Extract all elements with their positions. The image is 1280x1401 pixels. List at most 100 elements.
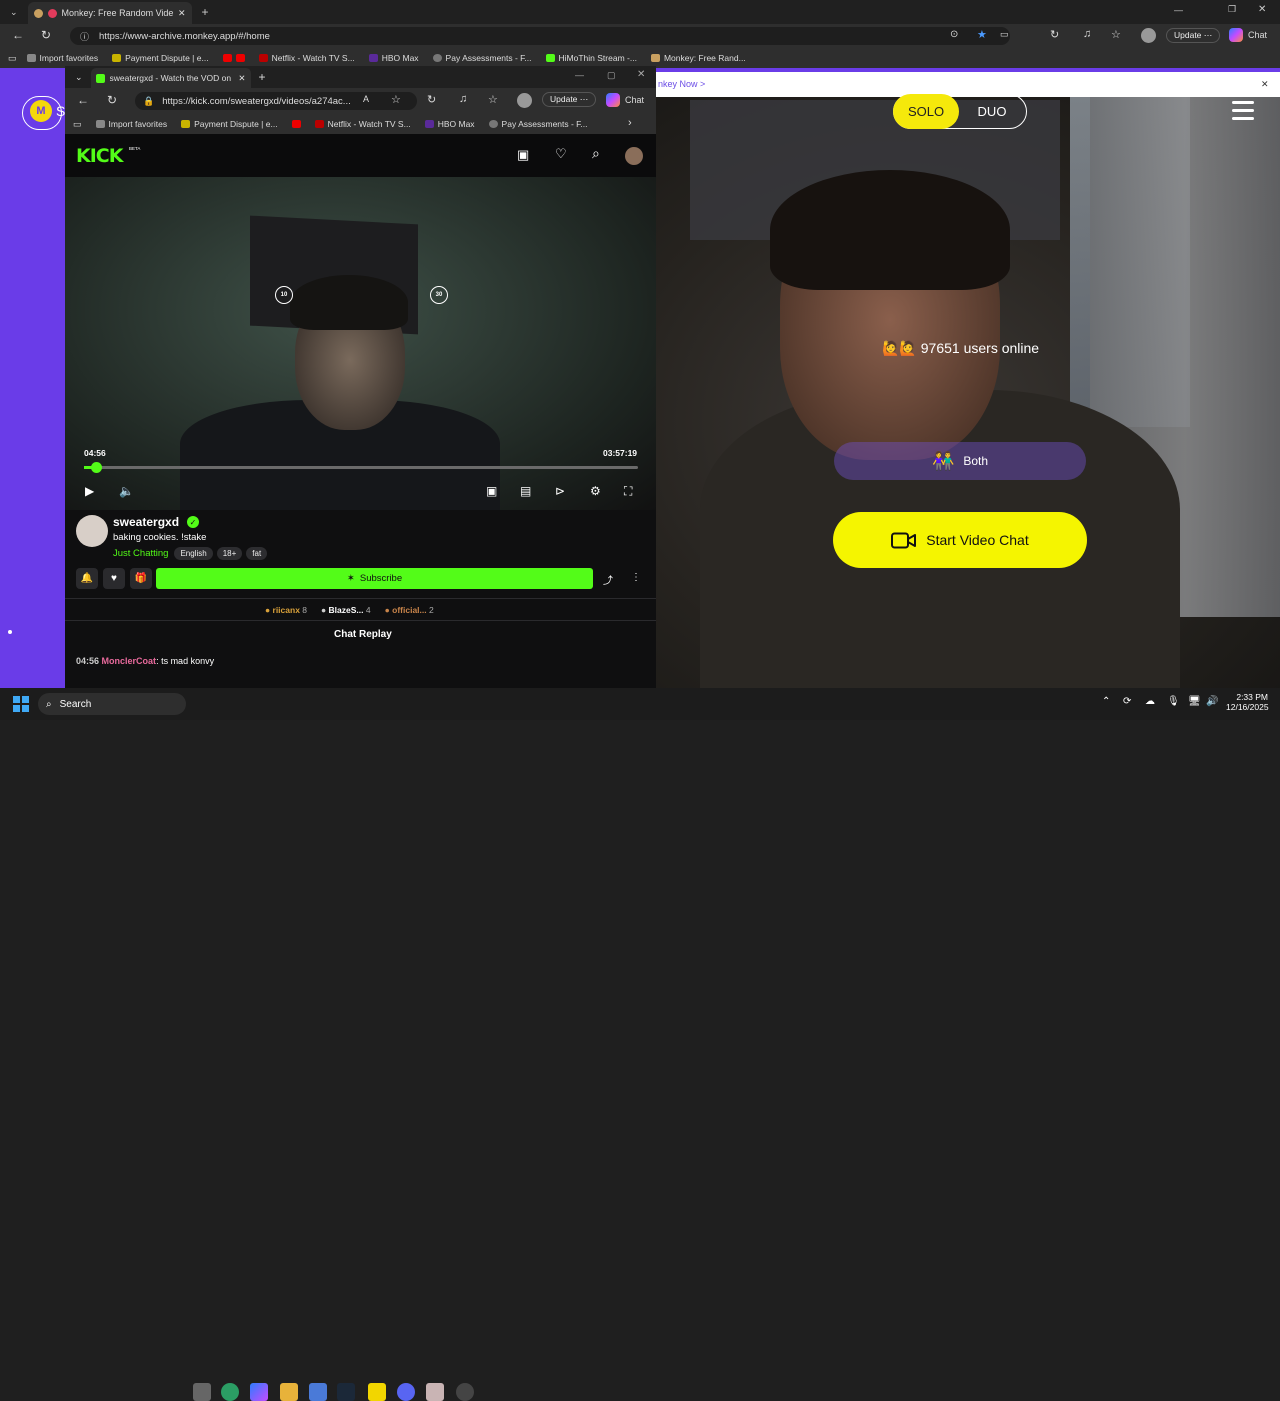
snipping-tool-icon[interactable]	[426, 1383, 444, 1401]
pip-icon[interactable]: ▣	[486, 484, 497, 498]
streamer-name[interactable]: sweatergxd	[113, 515, 179, 529]
extensions-icon[interactable]: ↻	[1050, 28, 1059, 41]
store-icon[interactable]	[309, 1383, 327, 1401]
share-icon[interactable]: ⤴	[603, 572, 613, 587]
refresh-icon[interactable]: ↻	[107, 93, 117, 107]
forward-30-button[interactable]: 30	[430, 286, 448, 304]
cloud-icon[interactable]: ☁	[1145, 696, 1155, 707]
vod-icon[interactable]: ▣	[517, 147, 529, 163]
task-view-icon[interactable]	[193, 1383, 211, 1401]
file-explorer-icon[interactable]	[280, 1383, 298, 1401]
profile-avatar-icon[interactable]	[517, 93, 532, 108]
user-avatar[interactable]	[625, 147, 643, 165]
favorite-star-icon[interactable]: ☆	[391, 93, 401, 106]
tab-list-chevron-icon[interactable]: ⌄	[10, 7, 18, 18]
tag-fat[interactable]: fat	[246, 547, 268, 560]
fav-hbo[interactable]: HBO Max	[424, 119, 475, 129]
info-icon[interactable]: ⓘ	[80, 30, 89, 43]
network-icon[interactable]: 🖥	[1188, 696, 1201, 707]
settings-gear-icon[interactable]: ⚙	[590, 484, 601, 498]
read-mode-icon[interactable]: ♫	[459, 93, 467, 105]
fav-payment[interactable]: Payment Dispute | e...	[181, 119, 278, 129]
close-tab-icon[interactable]: ✕	[178, 8, 186, 19]
volume-icon[interactable]: 🔊	[1206, 696, 1218, 707]
favorites-icon[interactable]: ☆	[488, 93, 498, 106]
gifter-2[interactable]: ● BlazeS... 4	[321, 605, 371, 615]
play-icon[interactable]: ▶	[85, 484, 94, 498]
heart-icon[interactable]: ♡	[555, 146, 567, 162]
minimize-icon[interactable]: —	[1174, 5, 1183, 15]
new-tab-icon[interactable]: +	[202, 5, 209, 19]
notes-icon[interactable]	[368, 1383, 386, 1401]
youtube-icon[interactable]	[235, 54, 245, 62]
copilot-chat-button[interactable]: Chat	[1229, 28, 1267, 42]
fullscreen-icon[interactable]: ⛶	[624, 484, 632, 499]
fav-pay[interactable]: Pay Assessments - F...	[432, 53, 532, 63]
rewind-10-button[interactable]: 10	[275, 286, 293, 304]
fav-monkey[interactable]: Monkey: Free Rand...	[650, 53, 746, 63]
clock[interactable]: 2:33 PM 12/16/2025	[1226, 692, 1269, 712]
search-icon[interactable]: ⌕	[592, 145, 600, 162]
windows-start-icon[interactable]	[13, 696, 29, 712]
fav-import[interactable]: Import favorites	[26, 53, 98, 63]
start-video-chat-button[interactable]: Start Video Chat	[833, 512, 1087, 568]
steam-icon[interactable]	[337, 1383, 355, 1401]
close-tab-icon[interactable]: ✕	[238, 73, 245, 84]
gender-filter-button[interactable]: 👫 Both	[834, 442, 1086, 480]
clip-icon[interactable]: ⊳	[555, 484, 565, 498]
update-button[interactable]: Update ⋯	[542, 92, 597, 107]
youtube-icon[interactable]	[291, 120, 301, 128]
more-vertical-icon[interactable]: ⋮	[631, 572, 641, 583]
chat-user[interactable]: MonclerCoat	[102, 656, 157, 666]
streamer-avatar[interactable]	[76, 515, 108, 547]
refresh-icon[interactable]: ↻	[41, 28, 51, 42]
theater-icon[interactable]: ▤	[520, 484, 531, 498]
kick-logo[interactable]: KICK	[76, 145, 123, 167]
duo-button[interactable]: DUO	[960, 94, 1024, 129]
copilot-taskbar-icon[interactable]	[250, 1383, 268, 1401]
profile-avatar-icon[interactable]	[1141, 28, 1156, 43]
url-field[interactable]: ⓘ https://www-archive.monkey.app/#/home …	[70, 27, 1010, 45]
subscribe-button[interactable]: ✶ Subscribe	[156, 568, 593, 589]
back-icon[interactable]: ←	[77, 93, 89, 107]
fav-netflix[interactable]: Netflix - Watch TV S...	[258, 53, 355, 63]
tag-18plus[interactable]: 18+	[216, 547, 243, 560]
solo-button[interactable]: SOLO	[893, 94, 959, 129]
youtube-icon[interactable]	[222, 54, 232, 62]
edge-icon[interactable]	[221, 1383, 239, 1401]
maximize-icon[interactable]: ❐	[1228, 4, 1236, 15]
chevron-up-icon[interactable]: ⌃	[1102, 696, 1110, 707]
tab-actions-icon[interactable]: ▭	[73, 119, 82, 130]
chevron-right-icon[interactable]: ›	[628, 117, 632, 129]
close-window-icon[interactable]: ✕	[637, 69, 645, 80]
close-window-icon[interactable]: ✕	[1258, 4, 1266, 15]
category-link[interactable]: Just Chatting	[113, 548, 168, 559]
fav-payment[interactable]: Payment Dispute | e...	[112, 53, 209, 63]
volume-icon[interactable]: 🔈	[119, 484, 134, 498]
read-aloud-icon[interactable]: ♫	[1083, 28, 1091, 40]
menu-icon[interactable]	[1232, 101, 1254, 104]
notification-bell-button[interactable]: 🔔	[76, 568, 98, 589]
tab-actions-icon[interactable]: ▭	[8, 53, 17, 64]
taskbar-search[interactable]: ⌕ Search	[38, 693, 186, 715]
minimize-icon[interactable]: —	[575, 70, 584, 80]
media-icon[interactable]: ▭	[1000, 29, 1009, 40]
sync-icon[interactable]: ⟳	[1123, 696, 1131, 707]
new-tab-icon[interactable]: +	[259, 70, 266, 84]
tab-monkey[interactable]: Monkey: Free Random Vide ✕	[27, 2, 192, 24]
discord-icon[interactable]	[397, 1383, 415, 1401]
favorite-star-icon[interactable]: ★	[977, 28, 987, 41]
menu-icon-line[interactable]	[1232, 117, 1254, 120]
gift-button[interactable]: 🎁	[130, 568, 152, 589]
tag-english[interactable]: English	[174, 547, 213, 560]
close-banner-icon[interactable]: ✕	[1261, 79, 1269, 90]
update-button[interactable]: Update ⋯	[1166, 28, 1221, 43]
tab-kick[interactable]: sweatergxd - Watch the VOD on ✕	[90, 68, 251, 88]
back-icon[interactable]: ←	[12, 28, 24, 42]
gifter-1[interactable]: ● riicanx 8	[265, 605, 307, 615]
fav-pay[interactable]: Pay Assessments - F...	[488, 119, 588, 129]
progress-bar[interactable]	[84, 466, 638, 469]
tab-list-chevron-icon[interactable]: ⌄	[75, 72, 83, 83]
progress-handle[interactable]	[90, 462, 102, 473]
fav-himothin[interactable]: HiMoThin Stream -...	[545, 53, 637, 63]
